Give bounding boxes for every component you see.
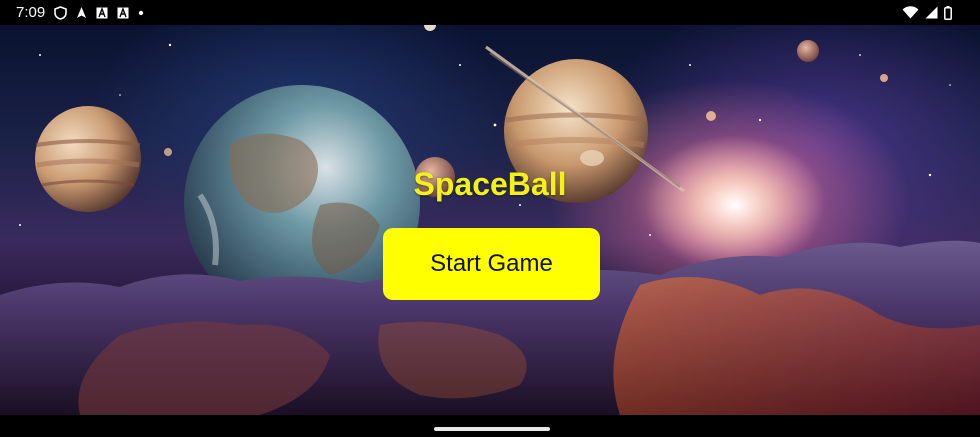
status-bar: 7:09 — [0, 0, 980, 25]
signal-icon — [925, 6, 938, 19]
space-scene-illustration — [0, 25, 980, 415]
navigation-arrow-icon — [77, 7, 87, 18]
tiny-planet-right — [880, 74, 888, 82]
game-title: SpaceBall — [413, 166, 567, 202]
tiny-planet-near-nebula — [706, 111, 716, 121]
text-a-icon — [96, 6, 108, 18]
wifi-icon — [902, 6, 919, 19]
shield-icon — [54, 5, 68, 20]
navigation-bar — [0, 415, 980, 437]
small-planet-top-right — [797, 40, 819, 62]
battery-icon — [944, 5, 952, 20]
space-background: SpaceBall — [0, 25, 980, 415]
tiny-planet-left — [164, 148, 172, 156]
clock: 7:09 — [16, 4, 46, 21]
dot-icon — [139, 10, 144, 15]
home-gesture-pill[interactable] — [434, 427, 550, 431]
tiny-planet-top — [424, 25, 436, 31]
text-a-icon — [117, 6, 129, 18]
start-game-button[interactable]: Start Game — [383, 228, 600, 300]
